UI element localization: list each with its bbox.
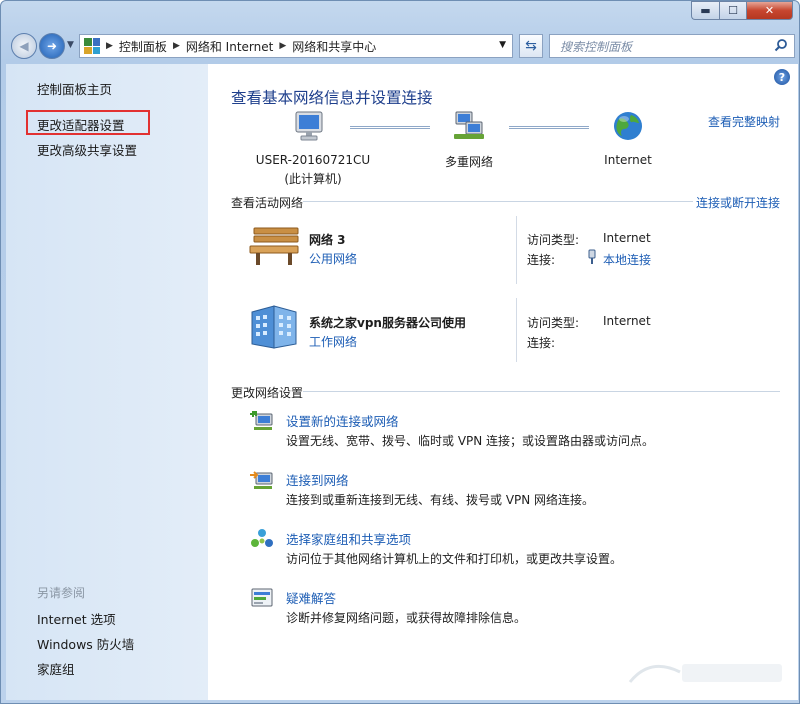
bench-icon: [248, 224, 302, 268]
task-setup-connection-link[interactable]: 设置新的连接或网络: [286, 411, 399, 430]
divider: [516, 298, 517, 362]
breadcrumb-network-internet[interactable]: 网络和 Internet: [186, 38, 273, 55]
internet-label: Internet: [588, 153, 668, 167]
network-1-type-link[interactable]: 公用网络: [309, 250, 357, 267]
network-2-access-value: Internet: [603, 314, 651, 328]
address-dropdown-icon[interactable]: ▼: [499, 40, 506, 50]
task-connect-network-link[interactable]: 连接到网络: [286, 470, 349, 489]
forward-button[interactable]: ➜: [39, 33, 65, 59]
network-1-access-label: 访问类型:: [527, 231, 579, 248]
network-1-name: 网络 3: [309, 231, 346, 248]
change-settings-label: 更改网络设置: [231, 386, 303, 400]
connect-to-network-icon: [250, 469, 274, 491]
left-sidebar: 控制面板主页 更改适配器设置 更改高级共享设置 另请参阅 Internet 选项…: [6, 64, 208, 700]
new-connection-icon: [250, 410, 274, 432]
task-homegroup-link[interactable]: 选择家庭组和共享选项: [286, 529, 411, 548]
network-2-access-label: 访问类型:: [527, 314, 579, 331]
network-1-connection-link[interactable]: 本地连接: [603, 251, 651, 268]
task-troubleshoot-link[interactable]: 疑难解答: [286, 588, 336, 607]
see-also-heading: 另请参阅: [37, 584, 85, 601]
breadcrumb-network-sharing-center[interactable]: 网络和共享中心: [292, 38, 376, 55]
search-input[interactable]: 搜索控制面板: [549, 34, 795, 58]
breadcrumb-separator-icon[interactable]: ▶: [106, 41, 113, 51]
troubleshoot-icon: [250, 587, 274, 609]
address-bar[interactable]: ▶ 控制面板 ▶ 网络和 Internet ▶ 网络和共享中心 ▼: [79, 34, 513, 58]
maximize-button[interactable]: ☐: [719, 1, 747, 20]
divider: [303, 201, 693, 202]
connection-line: [350, 126, 430, 129]
network-label: 多重网络: [424, 153, 514, 170]
see-also-internet-options[interactable]: Internet 选项: [37, 609, 116, 628]
active-networks-label: 查看活动网络: [231, 196, 303, 210]
help-icon[interactable]: ?: [774, 69, 790, 85]
network-2-name: 系统之家vpn服务器公司使用: [309, 314, 466, 331]
network-2-connection-label: 连接:: [527, 334, 555, 351]
watermark-logo: [620, 652, 790, 692]
close-button[interactable]: ✕: [747, 1, 793, 20]
divider: [303, 391, 780, 392]
control-panel-icon: [84, 38, 100, 54]
multiple-networks-icon: [452, 110, 486, 142]
navigation-bar: ◀ ➜ ▼ ▶ 控制面板 ▶ 网络和 Internet ▶ 网络和共享中心 ▼ …: [9, 31, 793, 61]
internet-globe-icon: [612, 110, 644, 142]
task-troubleshoot-desc: 诊断并修复网络问题，或获得故障排除信息。: [286, 609, 526, 626]
main-content: ? 查看基本网络信息并设置连接 查看完整映射 USER-20160721CU (…: [208, 64, 798, 700]
computer-subtitle: (此计算机): [248, 170, 378, 187]
change-settings-heading: 更改网络设置: [231, 384, 786, 401]
see-also-windows-firewall[interactable]: Windows 防火墙: [37, 634, 134, 653]
see-also-homegroup[interactable]: 家庭组: [37, 659, 75, 678]
task-connect-network-desc: 连接到或重新连接到无线、有线、拨号或 VPN 网络连接。: [286, 491, 594, 508]
back-button[interactable]: ◀: [11, 33, 37, 59]
connection-line: [509, 126, 589, 129]
homegroup-icon: [250, 528, 274, 550]
breadcrumb-separator-icon[interactable]: ▶: [173, 41, 180, 51]
search-placeholder: 搜索控制面板: [560, 38, 632, 55]
breadcrumb-control-panel[interactable]: 控制面板: [119, 38, 167, 55]
sidebar-item-change-advanced-sharing[interactable]: 更改高级共享设置: [37, 140, 137, 159]
page-title: 查看基本网络信息并设置连接: [231, 86, 433, 108]
search-icon[interactable]: [774, 38, 788, 52]
sidebar-item-change-adapter-settings[interactable]: 更改适配器设置: [37, 115, 125, 134]
history-dropdown-icon[interactable]: ▼: [67, 40, 74, 50]
office-building-icon: [248, 304, 300, 350]
network-1-access-value: Internet: [603, 231, 651, 245]
computer-name: USER-20160721CU: [248, 153, 378, 167]
task-setup-connection-desc: 设置无线、宽带、拨号、临时或 VPN 连接；或设置路由器或访问点。: [286, 432, 654, 449]
computer-icon: [292, 110, 328, 144]
task-homegroup-desc: 访问位于其他网络计算机上的文件和打印机，或更改共享设置。: [286, 550, 622, 567]
network-1-connection-label: 连接:: [527, 251, 555, 268]
network-2-type-link[interactable]: 工作网络: [309, 333, 357, 350]
breadcrumb-separator-icon[interactable]: ▶: [279, 41, 286, 51]
minimize-button[interactable]: ▬: [691, 1, 719, 20]
divider: [516, 216, 517, 284]
ethernet-icon: [587, 249, 597, 265]
window-controls: ▬ ☐ ✕: [691, 1, 793, 20]
refresh-button[interactable]: ⇆: [519, 34, 543, 58]
view-full-map-link[interactable]: 查看完整映射: [708, 113, 780, 130]
connect-disconnect-link[interactable]: 连接或断开连接: [696, 194, 780, 211]
sidebar-item-control-panel-home[interactable]: 控制面板主页: [37, 79, 112, 98]
